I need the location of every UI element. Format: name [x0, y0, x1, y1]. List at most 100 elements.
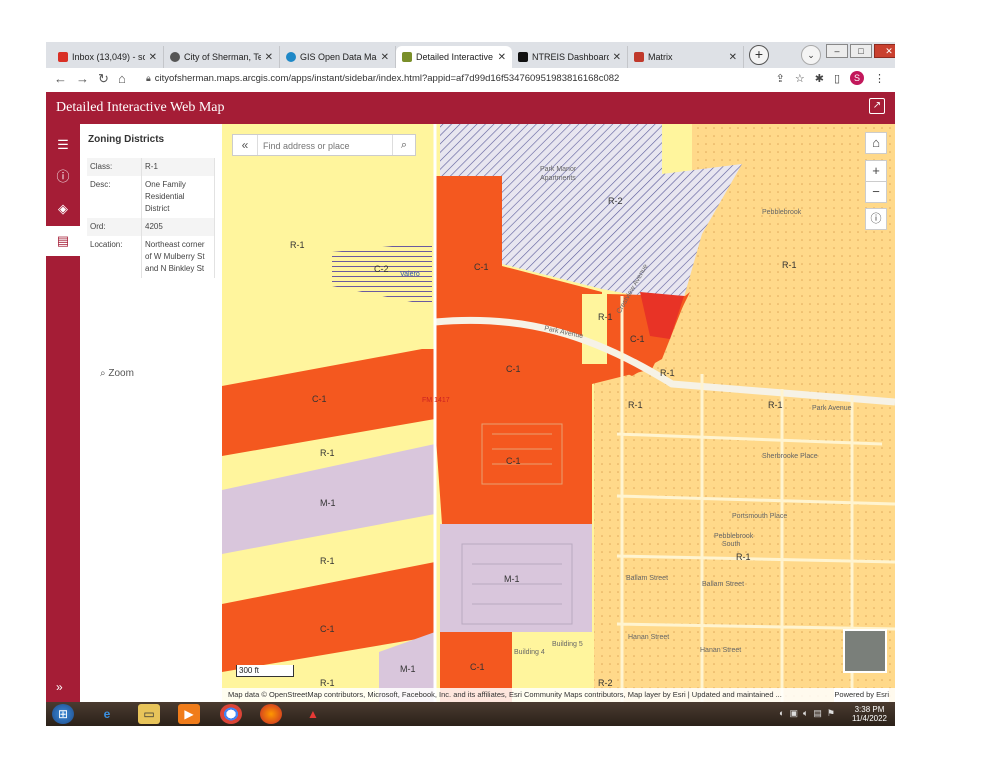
lock-icon: 🔒︎: [146, 73, 151, 83]
reload-icon[interactable]: ↻: [98, 71, 109, 87]
media-player-icon[interactable]: ▶: [178, 704, 200, 724]
tab-label: NTREIS Dashboard: [532, 52, 609, 62]
screen-frame: Inbox (13,049) - scc ✕ City of Sherman, …: [46, 42, 895, 726]
tab-gis-open-data[interactable]: GIS Open Data Main ✕: [280, 46, 396, 68]
tab-matrix[interactable]: Matrix ✕: [628, 46, 744, 68]
zoom-in-button[interactable]: +: [865, 160, 887, 182]
tab-ntreis-dashboard[interactable]: NTREIS Dashboard ✕: [512, 46, 628, 68]
profile-avatar[interactable]: S: [850, 71, 864, 85]
app-logo-icon[interactable]: ▲: [302, 704, 324, 724]
url-text: cityofsherman.maps.arcgis.com/apps/insta…: [154, 73, 620, 84]
place-label: Pebblebrook: [762, 209, 802, 216]
close-icon[interactable]: ✕: [265, 52, 273, 63]
browser-tab-bar: Inbox (13,049) - scc ✕ City of Sherman, …: [46, 42, 895, 68]
gis-icon: [286, 52, 296, 62]
close-icon[interactable]: ✕: [149, 52, 157, 63]
zoom-out-button[interactable]: −: [865, 181, 887, 203]
back-arrow-icon[interactable]: ←: [54, 71, 67, 86]
expand-panel-icon[interactable]: »: [56, 680, 63, 694]
collapse-double-chevron-icon[interactable]: «: [233, 135, 258, 155]
zone-label: R-1: [768, 400, 783, 410]
tab-detailed-interactive[interactable]: Detailed Interactive ✕: [396, 46, 512, 68]
home-extent-button[interactable]: ⌂: [865, 132, 887, 154]
system-tray-icons: ◐ ▣ 🔈︎ ▤ ⚑: [779, 708, 835, 719]
forward-arrow-icon[interactable]: →: [76, 71, 89, 86]
sidebar-icon[interactable]: ▯: [834, 72, 840, 85]
menu-kebab-icon[interactable]: ⋮: [874, 72, 885, 85]
info-icon[interactable]: ⓘ: [46, 162, 80, 192]
share-icon[interactable]: ⇪: [776, 72, 785, 85]
zone-label: M-1: [400, 664, 416, 674]
extensions-icon[interactable]: ✱: [815, 72, 824, 85]
start-button[interactable]: ⊞: [52, 704, 74, 724]
tray-icon[interactable]: ◐: [779, 708, 784, 719]
chrome-icon[interactable]: [220, 704, 242, 724]
tab-search-button[interactable]: ⌄: [801, 45, 821, 65]
firefox-icon[interactable]: [260, 704, 282, 724]
volume-icon[interactable]: 🔈︎: [803, 708, 808, 719]
place-label: Park Avenue: [812, 405, 852, 412]
place-label: Hanan Street: [628, 634, 669, 641]
zoning-map-canvas: R-1 R-2 C-1 C-2 R-1 C-1 C-1 C-1 R-1 R-1 …: [222, 124, 895, 702]
attribute-key: Ord:: [87, 218, 142, 236]
powered-by-esri[interactable]: Powered by Esri: [834, 688, 889, 702]
clock[interactable]: 3:38 PM 11/4/2022: [852, 705, 887, 723]
tab-label: Detailed Interactive: [416, 52, 494, 62]
zoom-label: Zoom: [108, 368, 134, 379]
popup-details-icon[interactable]: ▤: [46, 226, 80, 256]
tab-gmail[interactable]: Inbox (13,049) - scc ✕: [52, 46, 164, 68]
minimize-button[interactable]: –: [826, 44, 848, 58]
legend-icon[interactable]: ☰: [46, 130, 80, 160]
zone-label: R-1: [598, 312, 613, 322]
close-icon[interactable]: ✕: [729, 52, 737, 63]
zone-label: R-1: [320, 678, 335, 688]
search-icon[interactable]: ⌕: [392, 135, 415, 155]
zone-label: C-1: [630, 334, 645, 344]
tab-label: City of Sherman, Tex: [184, 52, 261, 62]
zoom-to-button[interactable]: ⌕ Zoom: [100, 368, 134, 379]
zone-label: C-1: [506, 456, 521, 466]
tab-city-of-sherman[interactable]: City of Sherman, Tex ✕: [164, 46, 280, 68]
tab-label: GIS Open Data Main: [300, 52, 377, 62]
network-icon[interactable]: ▤: [813, 708, 822, 719]
close-icon[interactable]: ✕: [498, 52, 506, 63]
zone-label: R-1: [628, 400, 643, 410]
close-icon[interactable]: ✕: [381, 52, 389, 63]
attribute-row: Ord: 4205: [87, 218, 215, 236]
zone-label: C-2: [374, 264, 389, 274]
url-field[interactable]: 🔒︎ cityofsherman.maps.arcgis.com/apps/ins…: [146, 73, 619, 84]
place-label: Apartments: [540, 175, 576, 182]
basemap-toggle-thumbnail[interactable]: [843, 629, 887, 673]
close-window-button[interactable]: ✕: [874, 44, 895, 58]
layers-icon[interactable]: ◈: [46, 194, 80, 224]
zone-label: R-2: [608, 196, 623, 206]
arcgis-icon: [402, 52, 412, 62]
clock-date: 11/4/2022: [852, 714, 887, 723]
zone-label: M-1: [504, 574, 520, 584]
flag-icon[interactable]: ⚑: [827, 708, 835, 719]
share-map-icon[interactable]: ↗: [869, 98, 885, 114]
attribute-key: Desc:: [87, 176, 142, 218]
place-label: Hanan Street: [700, 647, 741, 654]
close-icon[interactable]: ✕: [613, 52, 621, 63]
zone-label: R-1: [782, 260, 797, 270]
attribute-table: Class: R-1 Desc: One Family Residential …: [87, 158, 215, 278]
map-view[interactable]: R-1 R-2 C-1 C-2 R-1 C-1 C-1 C-1 R-1 R-1 …: [222, 124, 895, 702]
internet-explorer-icon[interactable]: e: [96, 704, 118, 724]
printer-icon[interactable]: ▣: [789, 708, 798, 719]
map-info-button[interactable]: ⓘ: [865, 208, 887, 230]
search-input[interactable]: [261, 137, 393, 155]
zone-label: C-1: [506, 364, 521, 374]
c-icon: [518, 52, 528, 62]
scale-bar: 300 ft: [236, 665, 294, 677]
place-label: Park Manor: [540, 166, 577, 173]
panel-title: Zoning Districts: [88, 134, 165, 145]
new-tab-button[interactable]: +: [749, 45, 769, 65]
bookmark-star-icon[interactable]: ☆: [795, 72, 805, 85]
home-icon[interactable]: ⌂: [118, 71, 126, 86]
place-label: South: [722, 541, 740, 548]
maximize-button[interactable]: □: [850, 44, 872, 58]
file-explorer-icon[interactable]: ▭: [138, 704, 160, 724]
zone-label: C-1: [312, 394, 327, 404]
attribute-value: R-1: [141, 158, 215, 176]
